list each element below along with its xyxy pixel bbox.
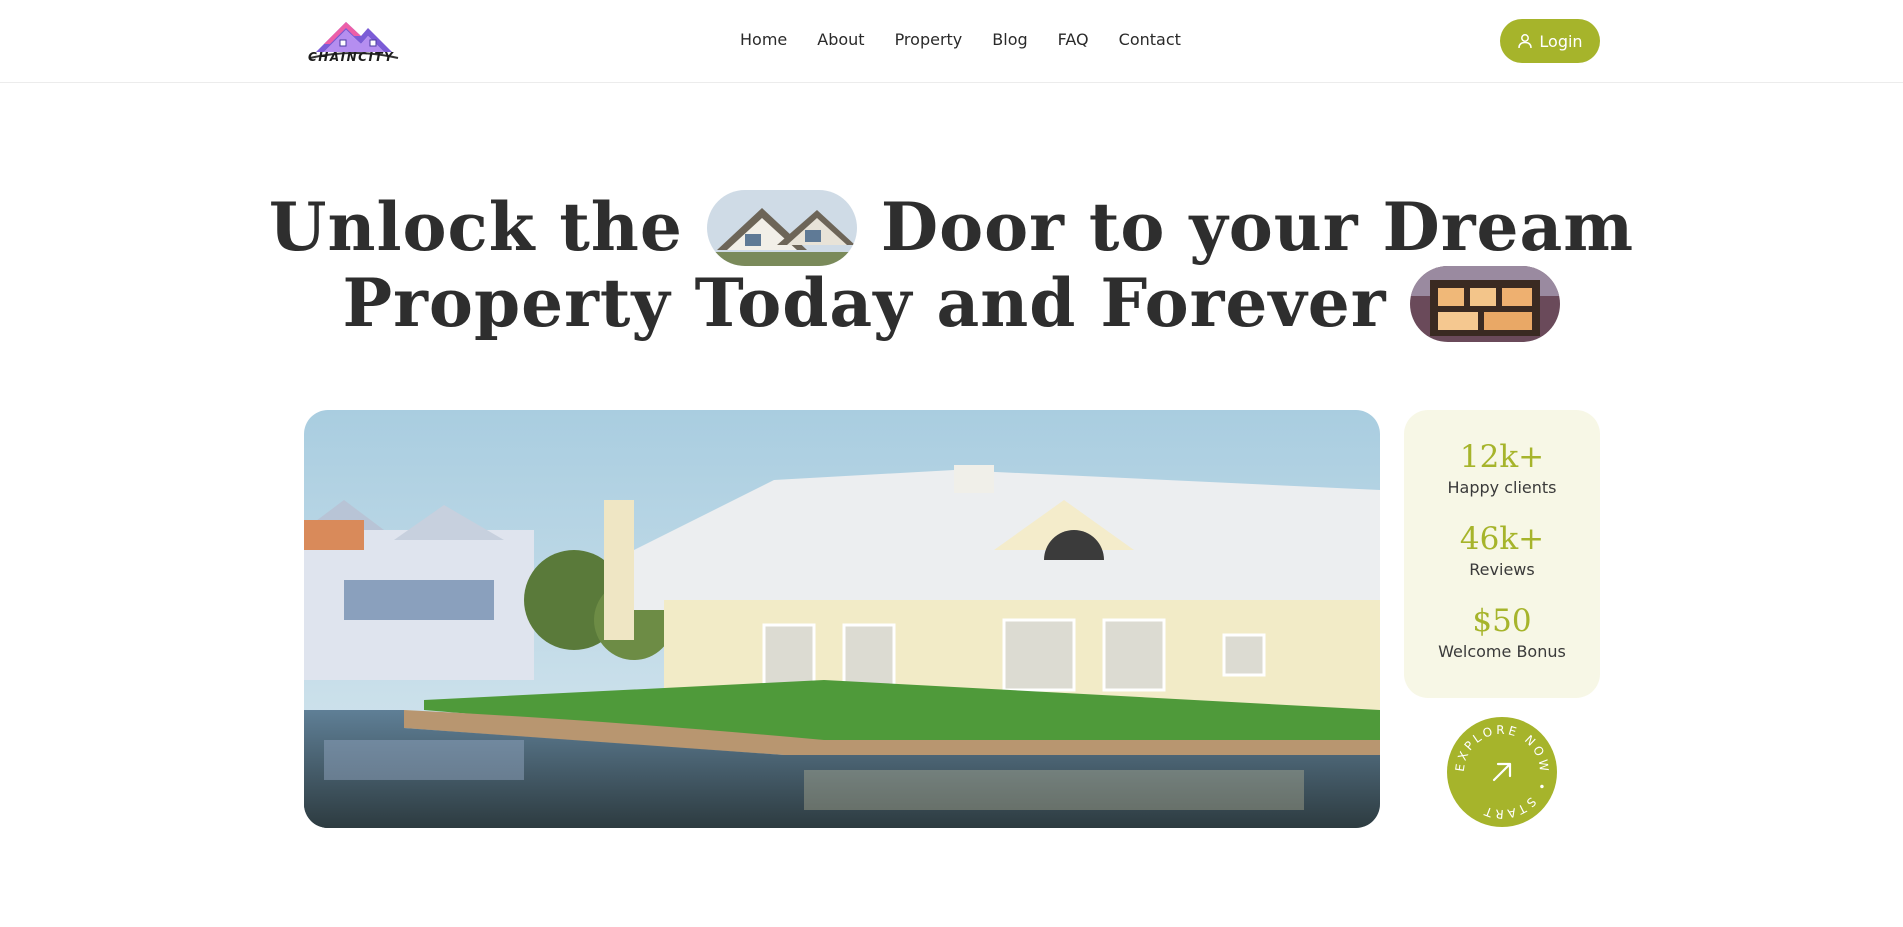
stat-label: Happy clients — [1447, 478, 1557, 497]
logo[interactable]: CHAINCITY — [306, 12, 402, 68]
main-nav: Home About Property Blog FAQ Contact — [740, 28, 1181, 52]
site-header: CHAINCITY Home About Property Blog FAQ C… — [0, 0, 1903, 83]
nav-property[interactable]: Property — [895, 28, 963, 52]
nav-faq[interactable]: FAQ — [1058, 28, 1089, 52]
hero-heading: Unlock the Door to your Dream Property T… — [0, 190, 1903, 342]
stat-value: 46k+ — [1459, 521, 1545, 557]
stats-card: 12k+ Happy clients 46k+ Reviews $50 Welc… — [1404, 410, 1600, 698]
stat-label: Reviews — [1469, 560, 1535, 579]
nav-blog[interactable]: Blog — [992, 28, 1027, 52]
hero-property-image — [304, 410, 1380, 828]
logo-text: CHAINCITY — [308, 50, 395, 64]
login-button[interactable]: Login — [1500, 19, 1600, 63]
stat-label: Welcome Bonus — [1438, 642, 1566, 661]
user-icon — [1518, 34, 1533, 49]
hero-line1-part1: Unlock the — [268, 188, 683, 266]
modern-house-pill-image — [1410, 266, 1561, 342]
house-pill-image — [706, 190, 857, 266]
arrow-up-right-icon — [1492, 762, 1512, 782]
hero-line2: Property Today and Forever — [342, 264, 1387, 342]
stat-happy-clients: 12k+ Happy clients — [1404, 438, 1600, 498]
stat-reviews: 46k+ Reviews — [1404, 520, 1600, 580]
nav-home[interactable]: Home — [740, 28, 787, 52]
nav-about[interactable]: About — [817, 28, 864, 52]
stat-value: $50 — [1472, 603, 1532, 639]
explore-now-button[interactable]: EXPLORE NOW • START — [1447, 717, 1557, 827]
hero-line1-part2: Door to your Dream — [880, 188, 1635, 266]
login-label: Login — [1539, 31, 1583, 51]
stat-welcome-bonus: $50 Welcome Bonus — [1404, 602, 1600, 662]
nav-contact[interactable]: Contact — [1119, 28, 1181, 52]
stat-value: 12k+ — [1459, 439, 1545, 475]
